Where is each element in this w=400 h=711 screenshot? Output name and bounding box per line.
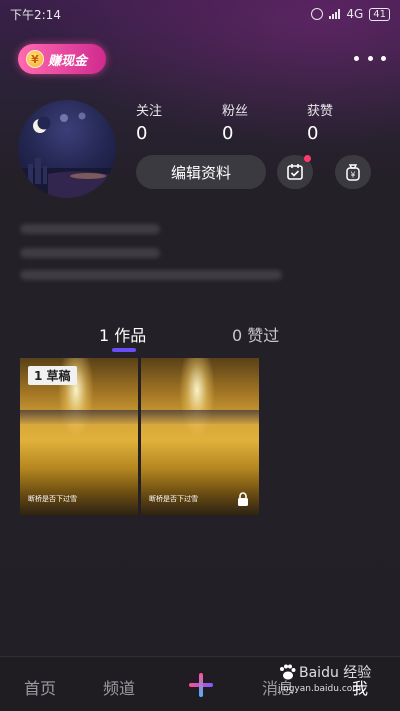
more-dots-icon[interactable] xyxy=(354,48,386,68)
earn-cash-button[interactable]: ¥ 赚现金 xyxy=(18,44,106,74)
stat-following[interactable]: 关注 0 xyxy=(136,100,196,144)
stat-likes-received[interactable]: 获赞 0 xyxy=(307,100,367,144)
stat-label: 粉丝 xyxy=(222,104,249,119)
alarm-icon xyxy=(311,8,324,20)
tab-count: 0 xyxy=(232,326,243,345)
notification-dot xyxy=(304,155,311,162)
tab-label: 赞过 xyxy=(247,326,280,345)
bio-blurred-line xyxy=(20,248,160,258)
bio-blurred-line xyxy=(20,224,160,234)
status-time: 下午2:14 xyxy=(10,7,61,22)
watermark-brand: Baidu 经验 xyxy=(299,665,372,681)
create-plus-icon[interactable] xyxy=(187,671,215,699)
draft-badge: 1 草稿 xyxy=(28,366,77,385)
signal-icon xyxy=(329,9,341,19)
bio-blurred-line xyxy=(20,270,282,280)
video-thumbnail[interactable]: 断桥是否下过雪 xyxy=(141,358,259,516)
tab-count: 1 xyxy=(99,326,110,345)
paw-icon xyxy=(280,664,296,680)
stat-value: 0 xyxy=(136,123,148,144)
nav-channel[interactable]: 频道 xyxy=(103,675,135,699)
status-bar: 下午2:14 4G 41 xyxy=(0,0,400,28)
calendar-button[interactable] xyxy=(277,155,313,189)
lock-icon xyxy=(238,492,248,506)
tab-label: 作品 xyxy=(114,326,147,345)
nav-home[interactable]: 首页 xyxy=(24,675,56,699)
coin-icon: ¥ xyxy=(26,50,44,68)
baidu-watermark: Baidu 经验 jingyan.baidu.com xyxy=(278,662,396,706)
avatar[interactable] xyxy=(18,100,116,198)
stat-label: 获赞 xyxy=(307,104,334,119)
stat-followers[interactable]: 粉丝 0 xyxy=(222,100,282,144)
tab-liked[interactable]: 0 赞过 xyxy=(232,322,279,346)
wallet-button[interactable]: ¥ xyxy=(335,155,371,189)
stat-label: 关注 xyxy=(136,104,163,119)
watermark-url: jingyan.baidu.com xyxy=(278,684,362,694)
svg-text:¥: ¥ xyxy=(351,171,356,180)
avatar-night-sky-image xyxy=(18,112,116,198)
video-caption: 断桥是否下过雪 xyxy=(28,495,77,503)
video-thumbnail[interactable]: 1 草稿 断桥是否下过雪 xyxy=(20,358,138,516)
calendar-check-icon xyxy=(287,164,303,180)
money-bag-icon: ¥ xyxy=(346,164,360,181)
edit-profile-button[interactable]: 编辑资料 xyxy=(136,155,266,189)
stat-value: 0 xyxy=(222,123,234,144)
stat-value: 0 xyxy=(307,123,319,144)
tab-active-indicator xyxy=(112,348,136,352)
network-type: 4G xyxy=(346,7,364,21)
earn-cash-label: 赚现金 xyxy=(48,53,88,69)
tab-works[interactable]: 1 作品 xyxy=(99,322,146,346)
battery-indicator: 41 xyxy=(369,7,390,21)
video-caption: 断桥是否下过雪 xyxy=(149,495,198,503)
